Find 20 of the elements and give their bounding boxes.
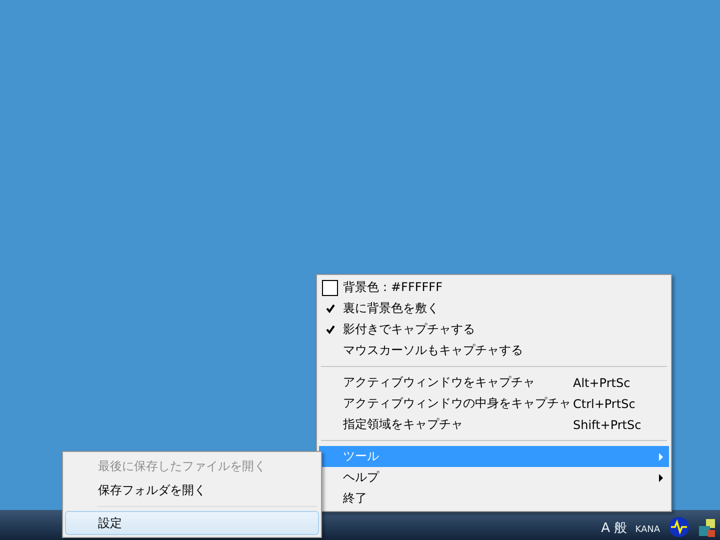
menu-item[interactable]: 保存フォルダを開く (65, 478, 319, 502)
shortcut-text: Ctrl+PrtSc (573, 396, 636, 410)
network-icon[interactable] (698, 518, 716, 538)
kana-label[interactable]: KANA (635, 526, 660, 535)
submenu-arrow-icon (659, 474, 663, 482)
menu-item[interactable]: 背景色：#FFFFFF (319, 277, 669, 298)
submenu-arrow-icon (659, 452, 663, 460)
menu-item[interactable]: アクティブウィンドウの中身をキャプチャ Ctrl+PrtSc (319, 393, 669, 414)
menu-item[interactable]: 終了 (319, 488, 669, 509)
shortcut-text: Alt+PrtSc (573, 376, 632, 390)
waveform-icon[interactable] (668, 516, 690, 538)
shortcut-text: Shift+PrtSc (573, 418, 642, 432)
menu-item[interactable]: 裏に背景色を敷く (319, 298, 669, 319)
menu-item[interactable]: アクティブウィンドウをキャプチャ Alt+PrtSc (319, 372, 669, 393)
menu-item[interactable]: 影付きでキャプチャする (319, 319, 669, 340)
menu-item[interactable]: マウスカーソルもキャプチャする (319, 340, 669, 361)
menu-item[interactable]: 指定領域をキャプチャ Shift+PrtSc (319, 414, 669, 435)
submenu-item[interactable]: ヘルプ (319, 467, 669, 488)
ime-mode[interactable]: A 般 (601, 522, 628, 535)
menu-item[interactable]: 設定 (65, 511, 319, 535)
